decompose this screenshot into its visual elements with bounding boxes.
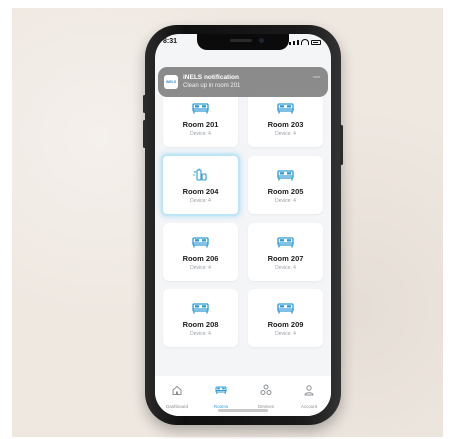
room-device-count: Device: 4 <box>275 131 296 137</box>
room-card[interactable]: Room 203 Device: 4 <box>248 89 323 147</box>
room-name: Room 201 <box>182 120 219 129</box>
bed-icon <box>277 303 294 314</box>
tab-dashboard[interactable]: Dashboard <box>157 383 197 409</box>
room-card[interactable]: Room 205 Device: 4 <box>248 156 323 214</box>
side-button <box>143 120 146 148</box>
bed-icon <box>192 237 209 248</box>
bed-icon <box>277 170 294 181</box>
side-button <box>340 125 343 165</box>
room-card[interactable]: Room 206 Device: 4 <box>163 223 238 281</box>
side-button <box>143 95 146 113</box>
app-icon: iNELS <box>164 75 178 89</box>
tab-label: Account <box>300 404 318 409</box>
room-name: Room 206 <box>182 254 219 263</box>
room-name: Room 207 <box>267 254 304 263</box>
room-device-count: Device: 4 <box>190 131 211 137</box>
home-icon <box>172 385 182 395</box>
room-name: Room 204 <box>182 187 219 196</box>
tab-account[interactable]: Account <box>289 383 329 409</box>
room-card[interactable]: Room 207 Device: 4 <box>248 223 323 281</box>
room-name: Room 205 <box>267 187 304 196</box>
cleaning-icon <box>193 168 207 181</box>
room-card-selected[interactable]: Room 204 Device: 4 <box>161 154 240 216</box>
room-device-count: Device: 4 <box>275 198 296 204</box>
notification-time: now <box>312 74 320 79</box>
room-device-count: Device: 4 <box>190 198 211 204</box>
room-name: Room 203 <box>267 120 304 129</box>
notification-banner[interactable]: iNELS iNELS notification Clean up in roo… <box>158 67 328 97</box>
screen: 8:31 iNELS iNELS notification Clean up i… <box>155 34 331 416</box>
room-name: Room 209 <box>267 320 304 329</box>
user-icon <box>304 385 314 396</box>
tab-rooms[interactable]: Rooms <box>201 383 241 409</box>
bed-icon <box>192 303 209 314</box>
phone-frame: 8:31 iNELS iNELS notification Clean up i… <box>143 25 343 425</box>
notification-body: Clean up in room 201 <box>183 83 241 89</box>
notification-title: iNELS notification <box>183 74 239 81</box>
room-card[interactable]: Room 208 Device: 4 <box>163 289 238 347</box>
tab-label: Dashboard <box>165 404 188 409</box>
room-device-count: Device: 4 <box>190 331 211 337</box>
tab-bar: Dashboard Rooms Devices Account <box>155 376 331 416</box>
room-device-count: Device: 4 <box>275 265 296 271</box>
bed-icon <box>277 237 294 248</box>
room-device-count: Device: 4 <box>275 331 296 337</box>
bed-icon <box>192 103 209 114</box>
bed-icon <box>215 386 227 394</box>
room-card[interactable]: Room 201 Device: 4 <box>163 89 238 147</box>
home-indicator <box>218 409 268 412</box>
room-device-count: Device: 4 <box>190 265 211 271</box>
tab-devices[interactable]: Devices <box>246 383 286 409</box>
room-name: Room 208 <box>182 320 219 329</box>
devices-icon <box>260 384 272 395</box>
room-card[interactable]: Room 209 Device: 4 <box>248 289 323 347</box>
bed-icon <box>277 103 294 114</box>
